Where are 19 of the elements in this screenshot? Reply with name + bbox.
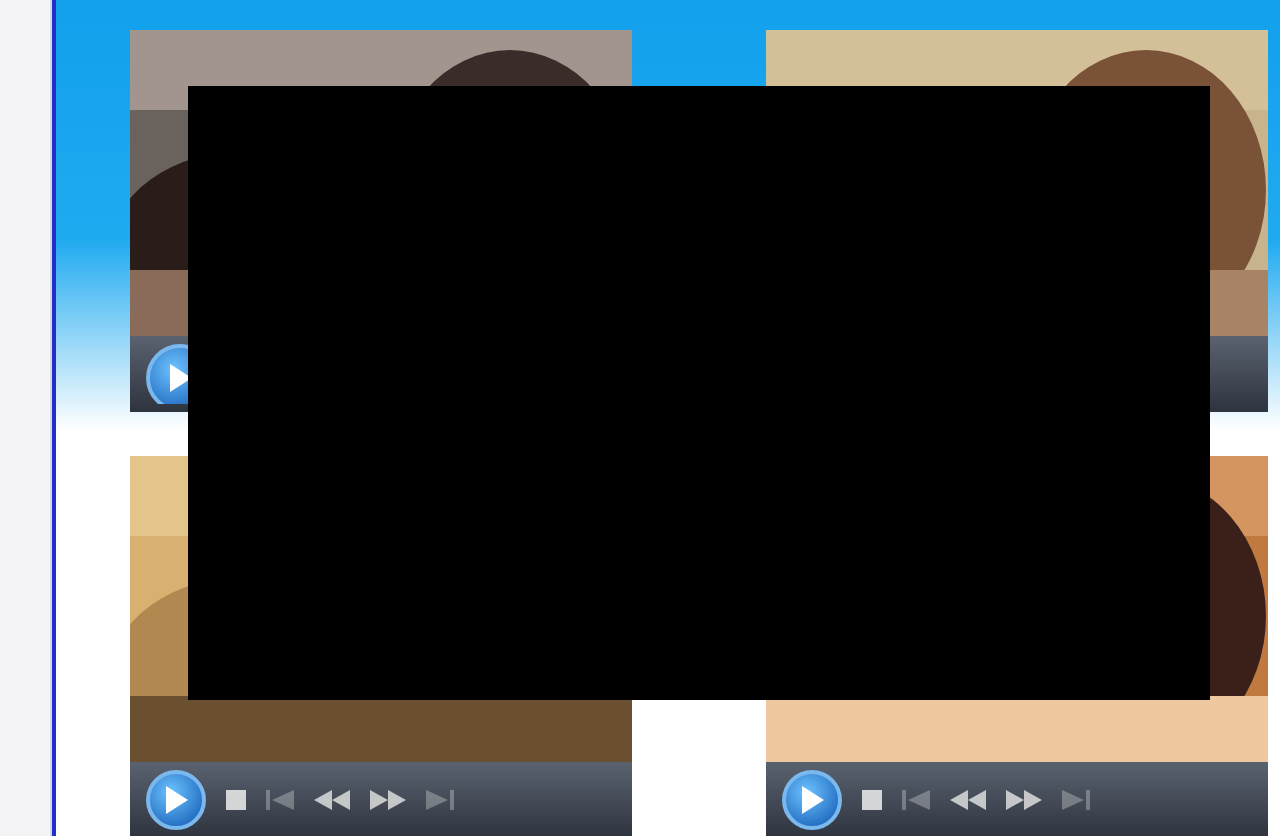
fast-forward-icon xyxy=(370,790,406,810)
rewind-button[interactable] xyxy=(950,790,986,810)
previous-icon xyxy=(902,790,930,810)
fast-forward-button[interactable] xyxy=(1006,790,1042,810)
play-button[interactable] xyxy=(146,770,206,830)
stop-icon xyxy=(862,790,882,810)
play-icon xyxy=(800,786,824,814)
rewind-icon xyxy=(950,790,986,810)
play-icon xyxy=(164,786,188,814)
previous-icon xyxy=(266,790,294,810)
play-button[interactable] xyxy=(146,344,188,404)
play-button[interactable] xyxy=(782,770,842,830)
rewind-icon xyxy=(314,790,350,810)
fast-forward-button[interactable] xyxy=(370,790,406,810)
rewind-button[interactable] xyxy=(314,790,350,810)
fast-forward-icon xyxy=(1006,790,1042,810)
stop-icon xyxy=(226,790,246,810)
next-icon xyxy=(426,790,454,810)
next-icon xyxy=(1062,790,1090,810)
